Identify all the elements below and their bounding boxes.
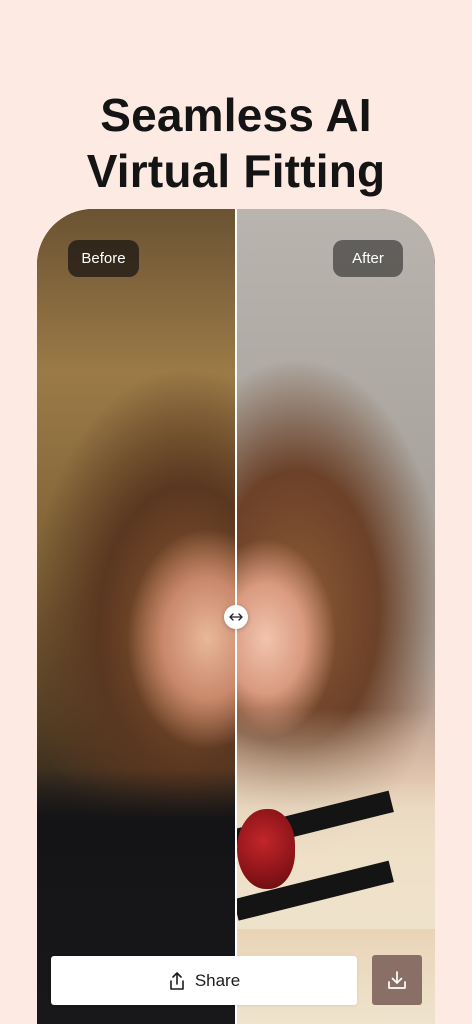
arrows-horizontal-icon — [229, 613, 243, 621]
headline-line-1: Seamless AI — [100, 88, 372, 141]
headline-line-2: Virtual Fitting — [86, 144, 386, 197]
share-icon — [170, 971, 184, 990]
before-photo — [37, 209, 236, 1024]
before-after-comparison[interactable]: Before After — [37, 209, 435, 1024]
after-label: After — [333, 240, 403, 277]
slider-handle[interactable] — [224, 605, 248, 629]
download-button[interactable] — [372, 955, 422, 1005]
share-button[interactable]: Share — [51, 956, 357, 1005]
download-icon — [388, 971, 406, 989]
before-label: Before — [68, 240, 139, 277]
rose-decoration — [237, 809, 295, 889]
share-button-label: Share — [194, 970, 241, 990]
headline: Seamless AI Virtual Fitting — [0, 87, 472, 199]
